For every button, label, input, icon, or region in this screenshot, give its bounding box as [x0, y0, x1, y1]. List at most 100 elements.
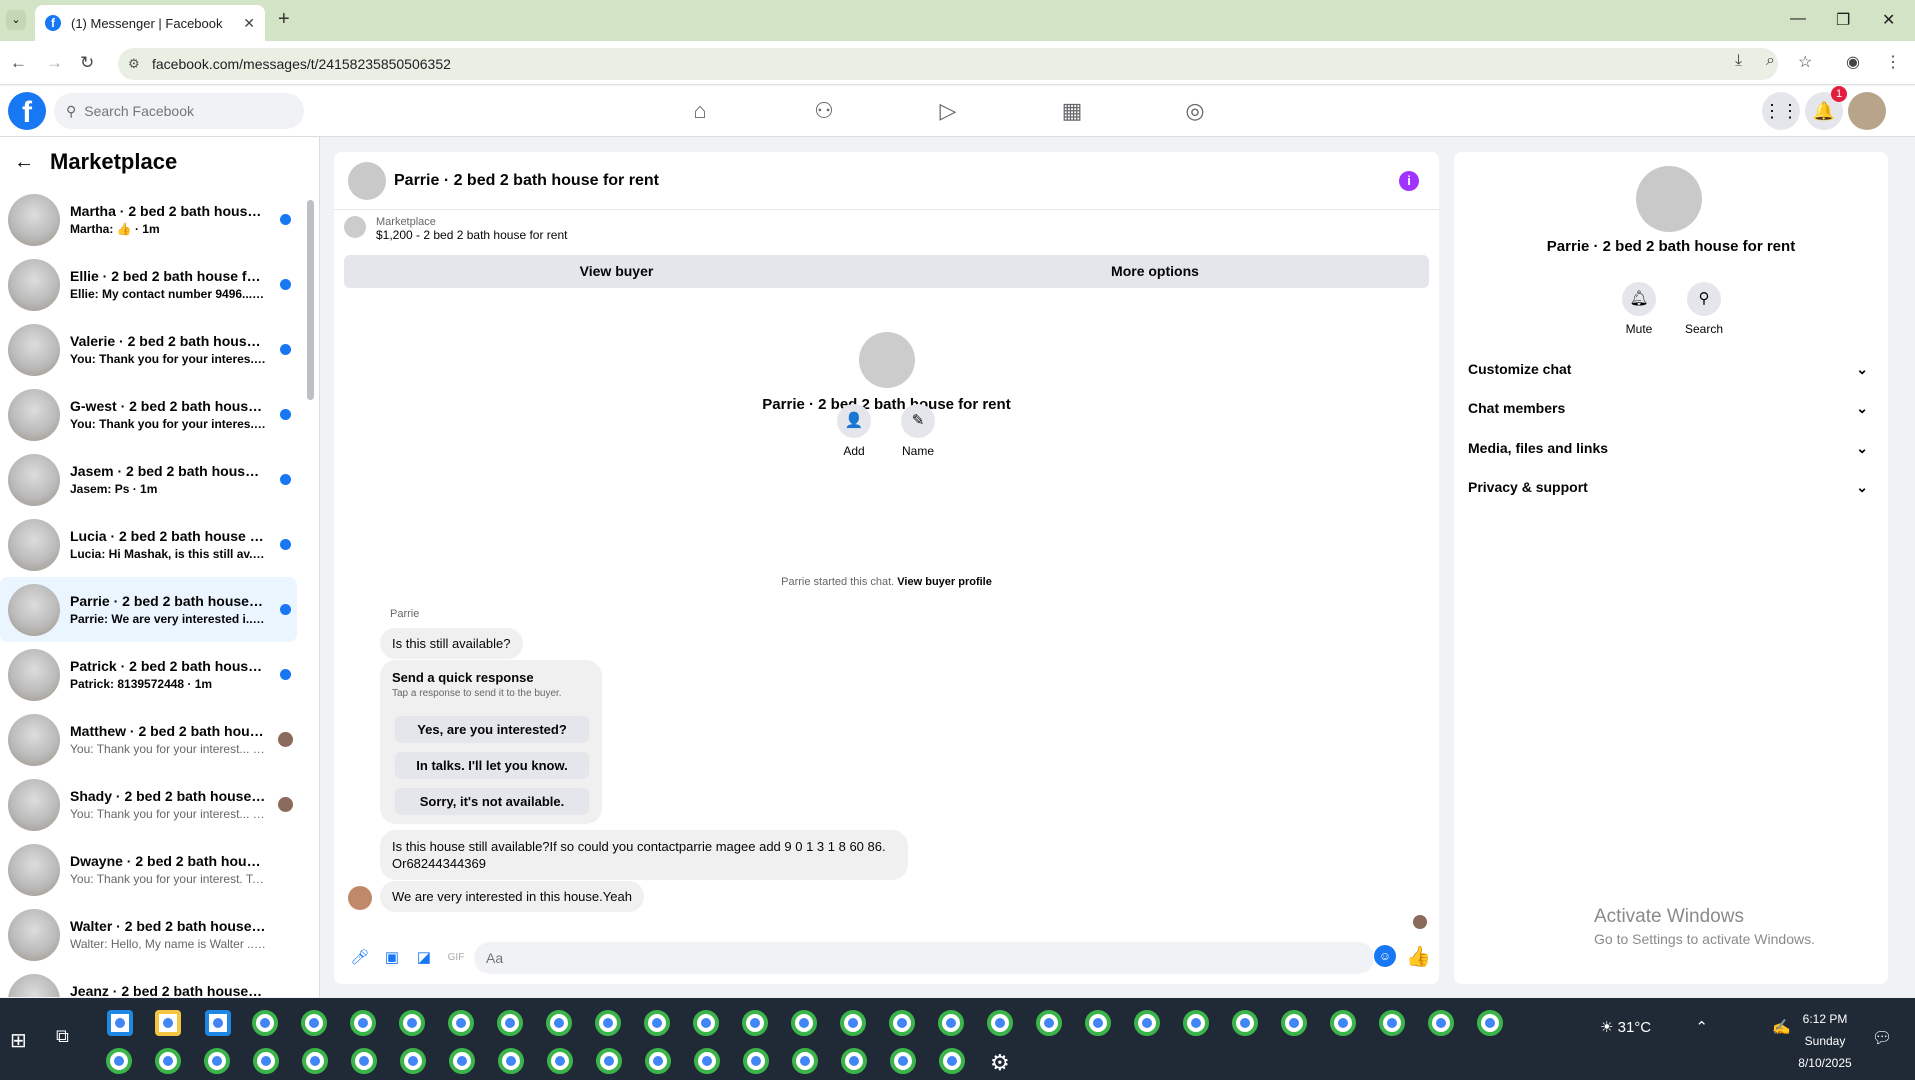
groups-icon[interactable]: ◎ [1180, 96, 1210, 126]
menu-grid-icon[interactable]: ⋮⋮ [1762, 92, 1800, 130]
search-in-chat-button[interactable]: ⚲ Search [1674, 282, 1734, 336]
chrome-window-icon[interactable] [301, 1010, 327, 1036]
weather-icon[interactable]: ☀ [1600, 1019, 1613, 1036]
view-buyer-profile-link[interactable]: View buyer profile [897, 576, 992, 588]
conversation-item[interactable]: Jasem · 2 bed 2 bath house fo... Jasem: P… [0, 447, 297, 512]
photo-icon[interactable]: ▣ [380, 946, 404, 970]
close-tab-icon[interactable]: ✕ [243, 15, 255, 32]
chrome-window-icon[interactable] [253, 1048, 279, 1074]
chrome-window-icon[interactable] [693, 1010, 719, 1036]
chrome-window-icon[interactable] [302, 1048, 328, 1074]
chrome-window-icon[interactable] [1330, 1010, 1356, 1036]
thumbs-up-icon[interactable]: 👍 [1406, 944, 1431, 969]
chrome-window-icon[interactable] [1477, 1010, 1503, 1036]
conversation-item[interactable]: Martha · 2 bed 2 bath house f... Martha: … [0, 187, 297, 252]
name-button[interactable]: ✎ Name [888, 404, 948, 458]
quick-reply-button[interactable]: Yes, are you interested? [395, 716, 589, 743]
facebook-logo-icon[interactable]: f [8, 92, 46, 130]
chrome-window-icon[interactable] [645, 1048, 671, 1074]
conversation-item[interactable]: G-west · 2 bed 2 bath house f... You: Tha… [0, 382, 297, 447]
chrome-window-icon[interactable] [742, 1010, 768, 1036]
chat-avatar[interactable] [348, 161, 386, 200]
facebook-search[interactable]: ⚲ [54, 93, 304, 129]
forward-icon[interactable]: → [46, 53, 63, 73]
chrome-window-icon[interactable] [449, 1048, 475, 1074]
pen-icon[interactable]: ✍ [1772, 1019, 1791, 1036]
chrome-window-icon[interactable] [1036, 1010, 1062, 1036]
view-buyer-button[interactable]: View buyer [344, 255, 889, 288]
chrome-window-icon[interactable] [595, 1010, 621, 1036]
temperature[interactable]: 31°C [1618, 1019, 1652, 1036]
site-info-icon[interactable]: ⚙ [128, 56, 140, 72]
bookmark-star-icon[interactable]: ☆ [1798, 52, 1812, 72]
chrome-window-icon[interactable] [547, 1048, 573, 1074]
chrome-window-icon[interactable] [252, 1010, 278, 1036]
conversation-item[interactable]: Parrie · 2 bed 2 bath house for... Parrie… [0, 577, 297, 642]
back-icon[interactable]: ← [10, 53, 27, 73]
chrome-window-icon[interactable] [1428, 1010, 1454, 1036]
menu-icon[interactable]: ⋮ [1885, 52, 1901, 72]
marketplace-icon[interactable]: ▦ [1057, 96, 1087, 126]
chrome-window-icon[interactable] [644, 1010, 670, 1036]
copilot-icon[interactable] [107, 1010, 133, 1036]
chrome-window-icon[interactable] [1183, 1010, 1209, 1036]
reload-icon[interactable]: ↻ [80, 53, 94, 73]
new-tab-button[interactable]: + [278, 8, 290, 31]
video-icon[interactable]: ▷ [933, 96, 963, 126]
message-bubble[interactable]: We are very interested in this house.Yea… [380, 881, 644, 912]
message-input-box[interactable] [474, 942, 1374, 974]
conversation-item[interactable]: Valerie · 2 bed 2 bath house fo... You: T… [0, 317, 297, 382]
chrome-window-icon[interactable] [1134, 1010, 1160, 1036]
conversation-item[interactable]: Patrick · 2 bed 2 bath house fo... Patric… [0, 642, 297, 707]
microphone-icon[interactable]: 🎤︎ [348, 946, 372, 970]
taskbar-clock[interactable]: 6:12 PM Sunday 8/10/2025 [1790, 1008, 1860, 1074]
sticker-icon[interactable]: ◪ [412, 946, 436, 970]
minimize-icon[interactable]: — [1790, 10, 1806, 28]
chrome-window-icon[interactable] [448, 1010, 474, 1036]
chrome-window-icon[interactable] [204, 1048, 230, 1074]
url-field[interactable]: ⚙ facebook.com/messages/t/24158235850506… [118, 48, 1778, 80]
conversation-item[interactable]: Dwayne · 2 bed 2 bath house fo... You: Th… [0, 837, 297, 902]
chrome-window-icon[interactable] [1281, 1010, 1307, 1036]
marketplace-listing[interactable]: Marketplace $1,200 - 2 bed 2 bath house … [334, 210, 1439, 248]
chrome-window-icon[interactable] [1085, 1010, 1111, 1036]
app-icon[interactable] [205, 1010, 231, 1036]
close-window-icon[interactable]: ✕ [1882, 10, 1895, 30]
account-avatar[interactable] [1848, 92, 1886, 130]
conversation-item[interactable]: Walter · 2 bed 2 bath house for ... Walte… [0, 902, 297, 967]
chrome-window-icon[interactable] [546, 1010, 572, 1036]
home-icon[interactable]: ⌂ [685, 96, 715, 126]
mute-button[interactable]: 🔔︎ Mute [1609, 282, 1669, 336]
task-view-icon[interactable]: ⧉ [56, 1026, 69, 1047]
conversation-item[interactable]: Jeanz · 2 bed 2 bath house for r...Jeanz… [0, 967, 297, 997]
notifications-icon[interactable]: 🔔 1 [1805, 86, 1847, 130]
browser-tab[interactable]: f (1) Messenger | Facebook ✕ [35, 5, 265, 41]
chrome-window-icon[interactable] [350, 1010, 376, 1036]
tab-search-button[interactable]: ⌄ [6, 10, 26, 30]
chrome-window-icon[interactable] [987, 1010, 1013, 1036]
info-icon[interactable]: i [1399, 171, 1419, 191]
add-button[interactable]: 👤 Add [824, 404, 884, 458]
emoji-icon[interactable]: ☺ [1374, 945, 1396, 967]
chevron-up-icon[interactable]: ⌃ [1695, 1019, 1708, 1036]
settings-icon[interactable]: ⚙ [990, 1050, 1010, 1076]
chrome-window-icon[interactable] [841, 1048, 867, 1074]
conversation-item[interactable]: Shady · 2 bed 2 bath house fo... You: Tha… [0, 772, 297, 837]
sender-avatar[interactable] [348, 886, 372, 910]
restore-icon[interactable]: ❐ [1836, 10, 1850, 30]
chrome-window-icon[interactable] [890, 1048, 916, 1074]
chrome-window-icon[interactable] [889, 1010, 915, 1036]
chrome-window-icon[interactable] [840, 1010, 866, 1036]
chrome-window-icon[interactable] [596, 1048, 622, 1074]
conversation-item[interactable]: Lucia · 2 bed 2 bath house for ... Lucia:… [0, 512, 297, 577]
media-files-section[interactable]: Media, files and links ⌄ [1468, 429, 1874, 467]
chrome-window-icon[interactable] [106, 1048, 132, 1074]
quick-reply-button[interactable]: In talks. I'll let you know. [395, 752, 589, 779]
page-scrollbar[interactable] [1903, 86, 1915, 998]
profile-icon[interactable]: ◉ [1846, 52, 1860, 72]
friends-icon[interactable]: ⚇ [809, 96, 839, 126]
zoom-icon[interactable]: ⌕ [1766, 52, 1775, 70]
chrome-window-icon[interactable] [938, 1010, 964, 1036]
conversation-item[interactable]: Ellie · 2 bed 2 bath house for r... Ellie… [0, 252, 297, 317]
chrome-window-icon[interactable] [792, 1048, 818, 1074]
